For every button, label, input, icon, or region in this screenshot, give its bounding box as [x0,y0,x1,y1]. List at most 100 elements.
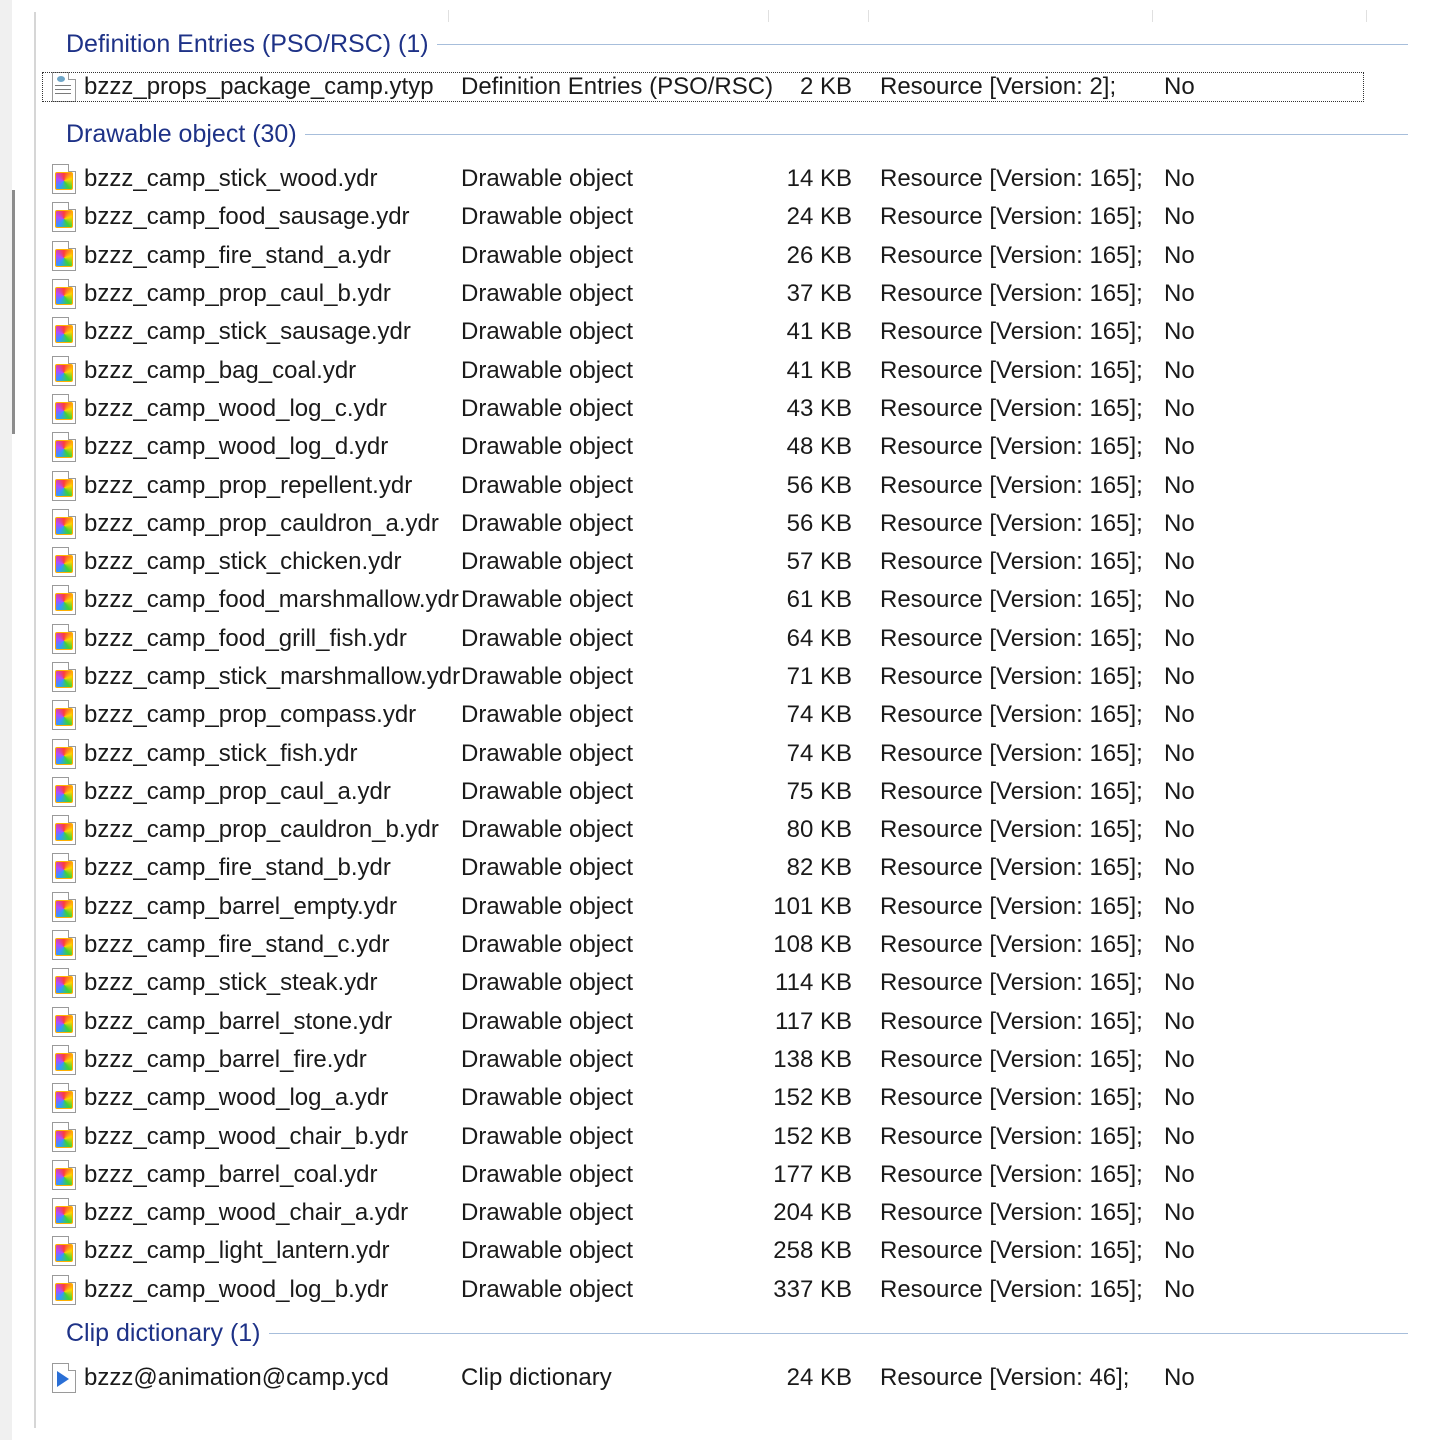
file-type: Drawable object [461,816,634,844]
ydr-file-icon [52,547,78,578]
ytyp-file-icon [52,72,78,102]
drawable-gem-shape [55,516,73,535]
file-row[interactable]: bzzz_camp_barrel_empty.ydr Drawable objec… [36,888,1416,926]
file-type: Drawable object [461,318,634,346]
group-title[interactable]: Drawable object (30) [66,120,305,149]
file-name: bzzz_camp_fire_stand_a.ydr [84,241,391,269]
file-attributes: Resource [Version: 165]; [880,548,1143,576]
file-row[interactable]: bzzz_camp_wood_log_c.ydr Drawable object 4… [36,390,1416,428]
file-row[interactable]: bzzz_camp_stick_marshmallow.ydr Drawable … [36,658,1416,696]
drawable-gem-shape [55,976,73,995]
file-row[interactable]: bzzz_camp_fire_stand_b.ydr Drawable objec… [36,849,1416,887]
file-attributes: Resource [Version: 165]; [880,969,1143,997]
file-row[interactable]: bzzz_camp_prop_caul_b.ydr Drawable object… [36,275,1416,313]
file-row[interactable]: bzzz_camp_stick_sausage.ydr Drawable obje… [36,313,1416,351]
file-list[interactable]: Definition Entries (PSO/RSC) (1) bzzz_pro… [36,20,1416,1397]
file-row[interactable]: bzzz_camp_wood_log_a.ydr Drawable object 1… [36,1079,1416,1117]
file-row[interactable]: bzzz_camp_light_lantern.ydr Drawable obje… [36,1232,1416,1270]
definition-dot-shape [57,76,65,82]
file-row[interactable]: bzzz_camp_wood_log_d.ydr Drawable object 4… [36,428,1416,466]
file-row[interactable]: bzzz_camp_food_grill_fish.ydr Drawable ob… [36,620,1416,658]
file-name: bzzz_props_package_camp.ytyp [84,73,434,100]
drawable-gem-shape [55,1244,73,1263]
file-type: Drawable object [461,1199,634,1227]
group-title[interactable]: Definition Entries (PSO/RSC) (1) [66,30,437,59]
file-type: Drawable object [461,892,634,920]
file-row[interactable]: bzzz_camp_stick_steak.ydr Drawable object… [36,964,1416,1002]
file-name: bzzz_camp_wood_log_d.ydr [84,433,389,461]
ydr-file-icon [52,776,78,807]
drawable-gem-shape [55,670,73,688]
drawable-gem-shape [55,248,73,267]
file-row[interactable]: bzzz_camp_wood_log_b.ydr Drawable object 3… [36,1271,1416,1309]
file-encrypted: No [1164,471,1195,499]
file-size: 56 KB [786,509,852,537]
file-row[interactable]: bzzz_camp_food_marshmallow.ydr Drawable o… [36,581,1416,619]
file-row[interactable]: bzzz_camp_food_sausage.ydr Drawable objec… [36,198,1416,236]
file-encrypted: No [1164,1045,1195,1073]
drawable-gem-shape [55,861,73,880]
file-name: bzzz_camp_light_lantern.ydr [84,1237,390,1265]
file-row[interactable]: bzzz_camp_barrel_fire.ydr Drawable object… [36,1041,1416,1079]
file-type: Drawable object [461,1007,634,1035]
file-size: 80 KB [786,816,852,844]
file-name: bzzz_camp_stick_fish.ydr [84,739,358,767]
file-row[interactable]: bzzz_camp_barrel_stone.ydr Drawable objec… [36,1003,1416,1041]
file-row[interactable]: bzzz_camp_stick_wood.ydr Drawable object 1… [36,160,1416,198]
scrollbar-thumb[interactable] [12,190,15,434]
file-type: Drawable object [461,586,634,614]
file-attributes: Resource [Version: 165]; [880,1045,1143,1073]
file-page-shape [52,72,76,102]
group-title[interactable]: Clip dictionary (1) [66,1318,269,1348]
ydr-file-icon [52,1044,78,1075]
file-row[interactable]: bzzz_camp_prop_cauldron_a.ydr Drawable ob… [36,505,1416,543]
drawable-gem-shape [55,899,73,918]
file-row[interactable]: bzzz@animation@camp.ycd Clip dictionary 24… [36,1359,1416,1397]
file-row[interactable]: bzzz_camp_stick_chicken.ydr Drawable obje… [36,543,1416,581]
file-row[interactable]: bzzz_camp_barrel_coal.ydr Drawable object… [36,1156,1416,1194]
group-header[interactable]: Drawable object (30) [36,110,1416,160]
file-row[interactable]: bzzz_camp_bag_coal.ydr Drawable object 41 … [36,351,1416,389]
group-header[interactable]: Definition Entries (PSO/RSC) (1) [36,20,1416,70]
file-size: 14 KB [786,165,852,193]
file-row[interactable]: bzzz_camp_prop_caul_a.ydr Drawable object… [36,773,1416,811]
file-name: bzzz_camp_wood_log_c.ydr [84,394,387,422]
file-name: bzzz_camp_barrel_stone.ydr [84,1007,393,1035]
file-row[interactable]: bzzz_camp_wood_chair_b.ydr Drawable objec… [36,1117,1416,1155]
file-attributes: Resource [Version: 165]; [880,318,1143,346]
file-attributes: Resource [Version: 165]; [880,1007,1143,1035]
file-row[interactable]: bzzz_camp_stick_fish.ydr Drawable object 7… [36,734,1416,772]
file-row[interactable]: bzzz_camp_fire_stand_c.ydr Drawable objec… [36,926,1416,964]
file-size: 74 KB [786,701,852,729]
file-attributes: Resource [Version: 165]; [880,1237,1143,1265]
group-header[interactable]: Clip dictionary (1) [36,1309,1416,1359]
file-type: Drawable object [461,356,634,384]
file-encrypted: No [1164,203,1195,231]
file-row[interactable]: bzzz_camp_prop_repellent.ydr Drawable obj… [36,466,1416,504]
file-encrypted: No [1164,586,1195,614]
ydr-file-icon [52,202,78,233]
file-name: bzzz_camp_wood_log_a.ydr [84,1084,389,1112]
file-row[interactable]: bzzz_camp_prop_compass.ydr Drawable objec… [36,696,1416,734]
file-attributes: Resource [Version: 165]; [880,1160,1143,1188]
file-encrypted: No [1164,892,1195,920]
file-row[interactable]: bzzz_camp_wood_chair_a.ydr Drawable objec… [36,1194,1416,1232]
file-encrypted: No [1164,969,1195,997]
file-type: Drawable object [461,701,634,729]
ydr-file-icon [52,1236,78,1267]
file-encrypted: No [1164,165,1195,193]
ydr-file-icon [52,662,78,692]
ydr-file-icon [52,279,78,310]
file-row[interactable]: bzzz_camp_prop_cauldron_b.ydr Drawable ob… [36,811,1416,849]
file-encrypted: No [1164,1237,1195,1265]
file-type: Drawable object [461,1045,634,1073]
file-attributes: Resource [Version: 165]; [880,241,1143,269]
drawable-gem-shape [55,593,73,612]
file-type: Drawable object [461,969,634,997]
file-encrypted: No [1164,816,1195,844]
file-type: Drawable object [461,739,634,767]
file-attributes: Resource [Version: 165]; [880,739,1143,767]
file-row[interactable]: bzzz_camp_fire_stand_a.ydr Drawable objec… [36,237,1416,275]
file-row[interactable]: bzzz_props_package_camp.ytyp Definition E… [36,70,1416,104]
file-encrypted: No [1164,241,1195,269]
